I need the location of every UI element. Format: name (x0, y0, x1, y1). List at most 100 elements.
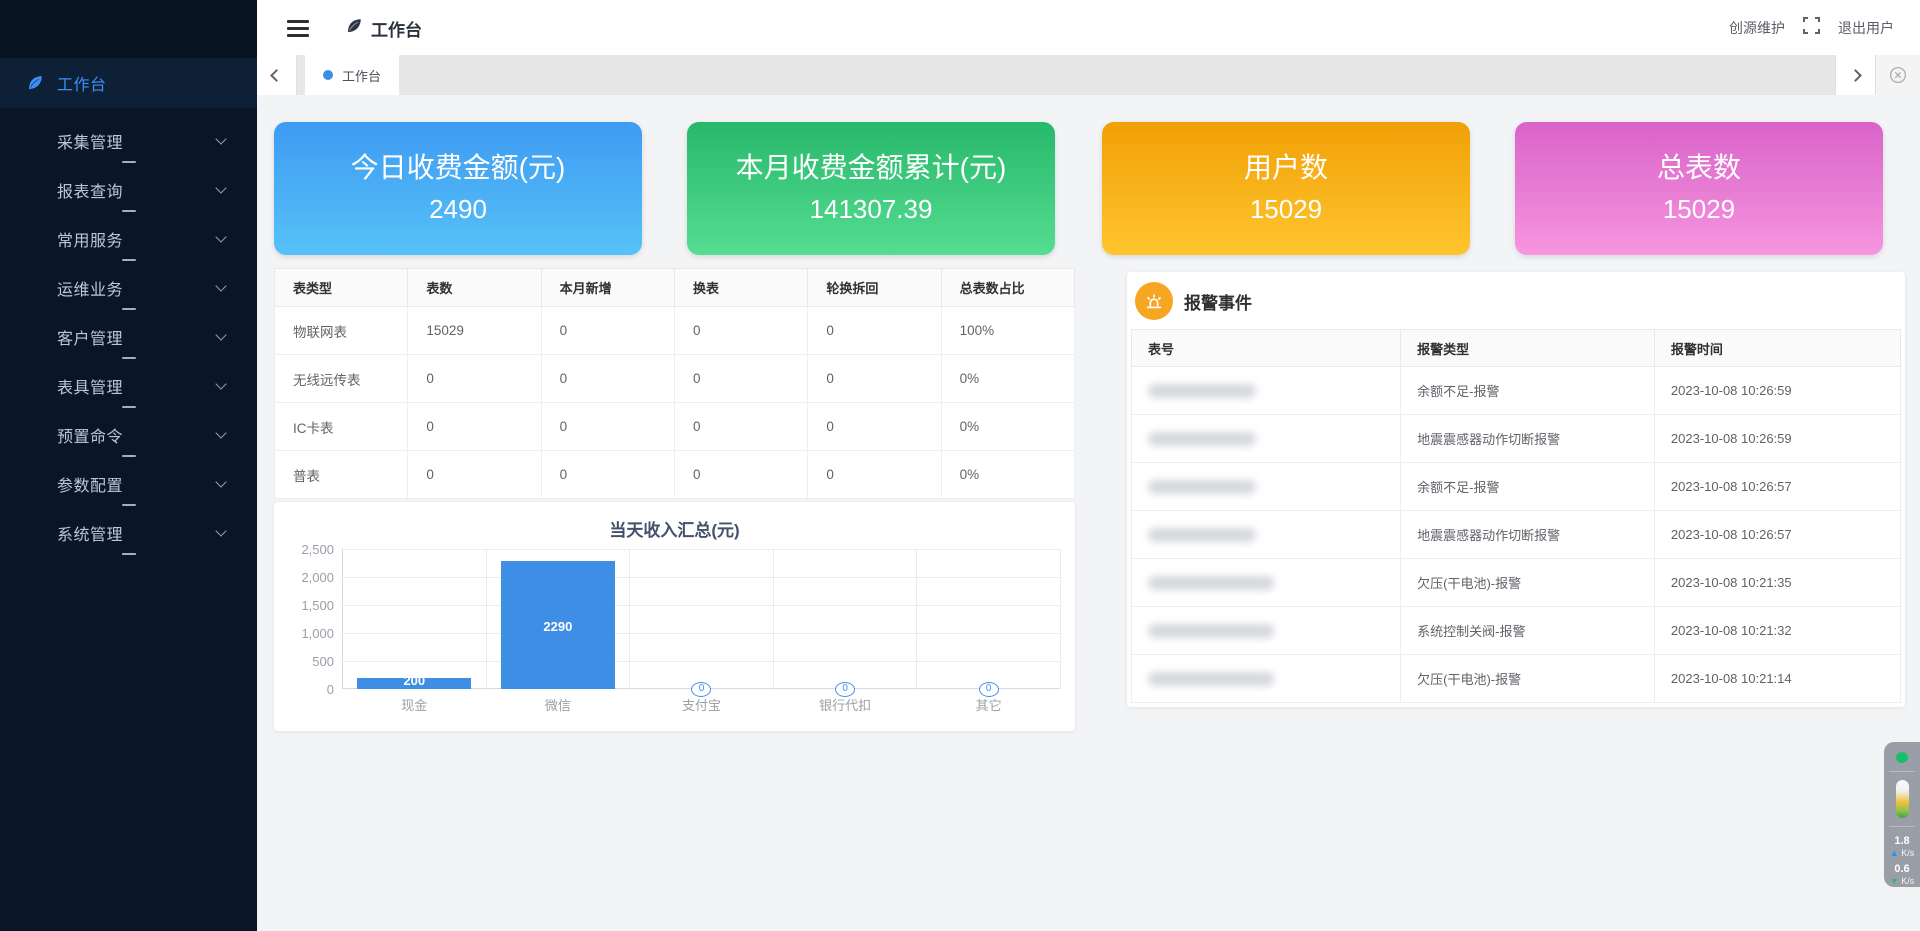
tab-scroll-right-button[interactable] (1835, 55, 1875, 95)
stat-card-2: 用户数 15029 (1102, 122, 1470, 255)
logout-button[interactable]: 退出用户 (1838, 18, 1894, 38)
meter-table-cell: 0 (674, 355, 807, 403)
chevron-down-icon (215, 525, 226, 536)
y-axis-tick-label: 1,000 (280, 626, 334, 641)
download-speed-value: 0.6 (1894, 863, 1909, 876)
meter-table-cell: 0 (808, 403, 941, 451)
meter-table-cell: 0 (541, 403, 674, 451)
meter-table-row: 无线远传表00000% (275, 355, 1075, 403)
sidebar-item-label: 系统管理 (57, 521, 123, 545)
chart-band: 0 其它 (917, 549, 1061, 689)
tab-scroll-left-button[interactable] (257, 55, 297, 95)
active-tab-dot-icon (323, 70, 333, 80)
stat-card-1: 本月收费金额累计(元) 141307.39 (687, 122, 1055, 255)
alarm-table-row: 系统控制关阀-报警 2023-10-08 10:21:32 (1132, 607, 1901, 655)
bar-value-label: 200 (403, 673, 425, 688)
alarm-siren-icon (1135, 282, 1173, 320)
sidebar-item-5[interactable]: 客户管理 (0, 312, 257, 361)
meter-table-cell: 0 (408, 355, 541, 403)
alarm-table-row: 欠压(干电池)-报警 2023-10-08 10:21:35 (1132, 559, 1901, 607)
stat-card-title: 总表数 (1515, 146, 1883, 186)
meter-table-cell: 0 (674, 403, 807, 451)
sidebar-item-0[interactable]: 工作台 (0, 58, 257, 108)
alarm-panel-title: 报警事件 (1184, 289, 1252, 314)
y-axis-tick-label: 500 (280, 654, 334, 669)
x-axis-category-label: 现金 (343, 695, 486, 714)
alarm-table-row: 欠压(干电池)-报警 2023-10-08 10:21:14 (1132, 655, 1901, 703)
sidebar-item-9[interactable]: 系统管理 (0, 508, 257, 557)
sidebar-item-2[interactable]: 报表查询 (0, 165, 257, 214)
meter-table-cell: 15029 (408, 307, 541, 355)
meter-table-cell: 0% (941, 355, 1074, 403)
leaf-icon (345, 17, 363, 40)
header-actions: 创源维护 退出用户 (1729, 0, 1894, 55)
sidebar-item-label: 客户管理 (57, 325, 123, 349)
meter-table-cell: 无线远传表 (275, 355, 408, 403)
current-user-label[interactable]: 创源维护 (1729, 18, 1785, 38)
meter-table-cell: 100% (941, 307, 1074, 355)
sidebar-item-1[interactable]: 采集管理 (0, 116, 257, 165)
arrow-up-icon: ▲ (1890, 848, 1899, 858)
meter-table-header: 表类型 (275, 269, 408, 307)
meter-table-row: IC卡表00000% (275, 403, 1075, 451)
alarm-type-cell: 系统控制关阀-报警 (1401, 607, 1655, 655)
tab-label: 工作台 (342, 66, 381, 85)
meter-table-cell: 0 (808, 307, 941, 355)
chart-plot-area: 200 现金 2290 微信 0 支付宝 0 银行代扣 0 其它 (342, 549, 1060, 689)
meter-table-header: 表数 (408, 269, 541, 307)
stat-card-value: 15029 (1102, 194, 1470, 225)
meter-table-cell: 0% (941, 403, 1074, 451)
alarm-panel-header: 报警事件 (1127, 272, 1905, 329)
sidebar-logo-area (0, 0, 257, 58)
tab-workbench[interactable]: 工作台 (305, 55, 399, 95)
meter-number-blurred (1148, 432, 1256, 446)
y-axis-tick-label: 2,500 (280, 542, 334, 557)
circle-close-icon (1889, 66, 1907, 84)
alarm-time-cell: 2023-10-08 10:21:32 (1654, 607, 1900, 655)
sidebar-item-7[interactable]: 预置命令 (0, 410, 257, 459)
chart-band: 200 现金 (343, 549, 487, 689)
alarm-time-cell: 2023-10-08 10:21:35 (1654, 559, 1900, 607)
meter-table-header: 轮换拆回 (808, 269, 941, 307)
hamburger-menu-icon[interactable] (287, 16, 309, 41)
fullscreen-icon[interactable] (1803, 17, 1820, 39)
stat-card-value: 15029 (1515, 194, 1883, 225)
alarm-time-cell: 2023-10-08 10:26:59 (1654, 415, 1900, 463)
meter-number-blurred (1148, 384, 1256, 398)
alarm-meter-number-cell (1132, 559, 1401, 607)
bar-value-label: 2290 (543, 619, 572, 634)
x-axis-category-label: 微信 (487, 695, 630, 714)
alarm-type-cell: 地震震感器动作切断报警 (1401, 511, 1655, 559)
chevron-down-icon (215, 476, 226, 487)
y-axis-tick-label: 2,000 (280, 570, 334, 585)
top-header: 工作台 创源维护 退出用户 (257, 0, 1920, 55)
chevron-down-icon (215, 182, 226, 193)
sidebar-item-3[interactable]: 常用服务 (0, 214, 257, 263)
meter-table-cell: 0 (674, 307, 807, 355)
meter-table-cell: 0 (674, 451, 807, 499)
arrow-down-icon: ▼ (1890, 876, 1899, 886)
meter-number-blurred (1148, 528, 1256, 542)
alarm-type-cell: 余额不足-报警 (1401, 463, 1655, 511)
meter-number-blurred (1148, 480, 1256, 494)
chart-band: 0 支付宝 (630, 549, 774, 689)
alarm-events-card: 报警事件 表号报警类型报警时间 余额不足-报警 2023-10-08 10:26… (1127, 272, 1905, 707)
alarm-meter-number-cell (1132, 415, 1401, 463)
alarm-table-row: 地震震感器动作切断报警 2023-10-08 10:26:59 (1132, 415, 1901, 463)
sidebar-item-label: 采集管理 (57, 129, 123, 153)
page-title-text: 工作台 (371, 16, 422, 41)
alarm-type-cell: 余额不足-报警 (1401, 367, 1655, 415)
meter-table-cell: 0 (408, 451, 541, 499)
sidebar-item-6[interactable]: 表具管理 (0, 361, 257, 410)
sidebar-item-label: 运维业务 (57, 276, 123, 300)
chevron-down-icon (215, 231, 226, 242)
alarm-time-cell: 2023-10-08 10:26:59 (1654, 367, 1900, 415)
alarm-meter-number-cell (1132, 463, 1401, 511)
stat-card-title: 今日收费金额(元) (274, 146, 642, 186)
sidebar-item-8[interactable]: 参数配置 (0, 459, 257, 508)
chevron-down-icon (215, 427, 226, 438)
sidebar-item-4[interactable]: 运维业务 (0, 263, 257, 312)
tab-options-button[interactable] (1875, 55, 1920, 95)
network-monitor-widget[interactable]: 1.8 ▲ K/s 0.6 ▼ K/s (1884, 742, 1920, 887)
meter-table-cell: 物联网表 (275, 307, 408, 355)
